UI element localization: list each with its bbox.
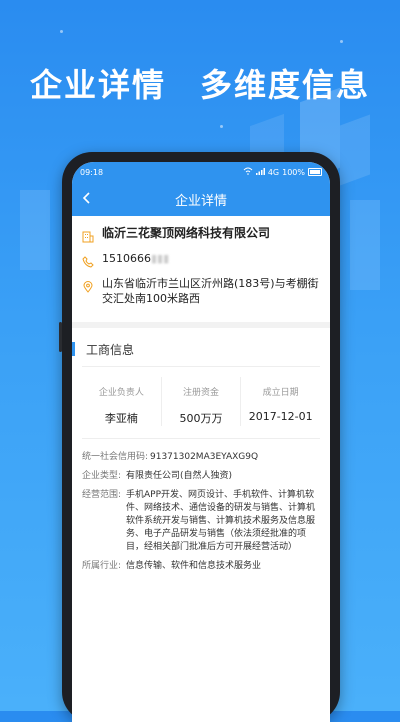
- business-info-section: 工商信息: [72, 328, 330, 360]
- stat-value: 李亚楠: [104, 412, 138, 425]
- promo-headline: 企业详情 多维度信息: [0, 60, 400, 106]
- stats-row: 企业负责人 李亚楠 注册资金 500万万 成立日期 2017-12-01: [82, 377, 320, 439]
- status-time: 09:18: [80, 167, 104, 177]
- battery-label: 100%: [282, 167, 305, 177]
- stat-label: 注册资金: [183, 388, 220, 398]
- divider: [82, 366, 320, 367]
- company-phone-row[interactable]: 1510666▮▮▮: [82, 251, 320, 268]
- company-name-row: 临沂三花聚顶网络科技有限公司: [82, 226, 320, 243]
- stat-registered-capital: 注册资金 500万万: [162, 377, 242, 426]
- phone-icon: [82, 253, 94, 268]
- detail-value: 手机APP开发、网页设计、手机软件、计算机软件、网络技术、通信设备的研发与销售、…: [126, 490, 316, 552]
- company-address-row: 山东省临沂市兰山区沂州路(183号)与考棚街交汇处南100米路西: [82, 276, 320, 306]
- company-phone[interactable]: 1510666: [102, 252, 151, 265]
- phone-side-button: [59, 322, 62, 352]
- phone-screen: 09:18 4G 100% 企业详情 临沂三花聚顶网络科技有限公司 151066…: [72, 162, 330, 722]
- company-address: 山东省临沂市兰山区沂州路(183号)与考棚街交汇处南100米路西: [102, 277, 319, 305]
- details-list: 统一社会信用码: 91371302MA3EYAXG9Q 企业类型: 有限责任公司…: [72, 439, 330, 591]
- detail-value: 有限责任公司(自然人独资): [126, 471, 233, 481]
- detail-value: 信息传输、软件和信息技术服务业: [126, 561, 262, 571]
- detail-key: 经营范围:: [82, 490, 122, 500]
- headline-right: 多维度信息: [200, 66, 371, 104]
- detail-row-business-scope: 经营范围: 手机APP开发、网页设计、手机软件、计算机软件、网络技术、通信设备的…: [82, 489, 320, 554]
- detail-key: 所属行业:: [82, 561, 122, 571]
- stat-legal-rep: 企业负责人 李亚楠: [82, 377, 162, 426]
- network-label: 4G: [267, 167, 280, 177]
- detail-row-industry: 所属行业: 信息传输、软件和信息技术服务业: [82, 560, 320, 573]
- wifi-icon: [243, 167, 253, 177]
- detail-key: 企业类型:: [82, 471, 122, 481]
- stat-founding-date: 成立日期 2017-12-01: [241, 377, 320, 426]
- decor-building: [340, 114, 370, 186]
- stat-label: 企业负责人: [98, 388, 144, 398]
- decor-building: [350, 200, 380, 290]
- detail-row-credit-code: 统一社会信用码: 91371302MA3EYAXG9Q: [82, 451, 320, 464]
- stat-value: 500万万: [179, 412, 223, 425]
- company-card: 临沂三花聚顶网络科技有限公司 1510666▮▮▮ 山东省临沂市兰山区沂州路(1…: [72, 216, 330, 322]
- detail-value: 91371302MA3EYAXG9Q: [150, 452, 259, 462]
- decor-building: [20, 190, 50, 270]
- detail-key: 统一社会信用码:: [82, 452, 149, 462]
- phone-blur-mask: ▮▮▮: [151, 252, 170, 265]
- building-icon: [82, 228, 94, 243]
- section-title: 工商信息: [86, 342, 135, 357]
- detail-row-company-type: 企业类型: 有限责任公司(自然人独资): [82, 470, 320, 483]
- phone-frame: 09:18 4G 100% 企业详情 临沂三花聚顶网络科技有限公司 151066…: [59, 152, 340, 722]
- nav-bar: 企业详情: [72, 182, 330, 216]
- decor-dot: [220, 125, 223, 128]
- decor-dot: [340, 40, 343, 43]
- stat-value: 2017-12-01: [248, 410, 313, 423]
- location-pin-icon: [82, 278, 94, 293]
- nav-title: 企业详情: [174, 193, 227, 209]
- headline-left: 企业详情: [29, 66, 166, 104]
- chevron-left-icon[interactable]: [82, 188, 92, 213]
- decor-dot: [60, 30, 63, 33]
- company-name: 临沂三花聚顶网络科技有限公司: [102, 226, 271, 240]
- section-accent-bar: [72, 342, 75, 356]
- signal-icon: [255, 167, 265, 177]
- battery-icon: [308, 168, 322, 176]
- status-bar: 09:18 4G 100%: [72, 162, 330, 182]
- stat-label: 成立日期: [262, 388, 299, 398]
